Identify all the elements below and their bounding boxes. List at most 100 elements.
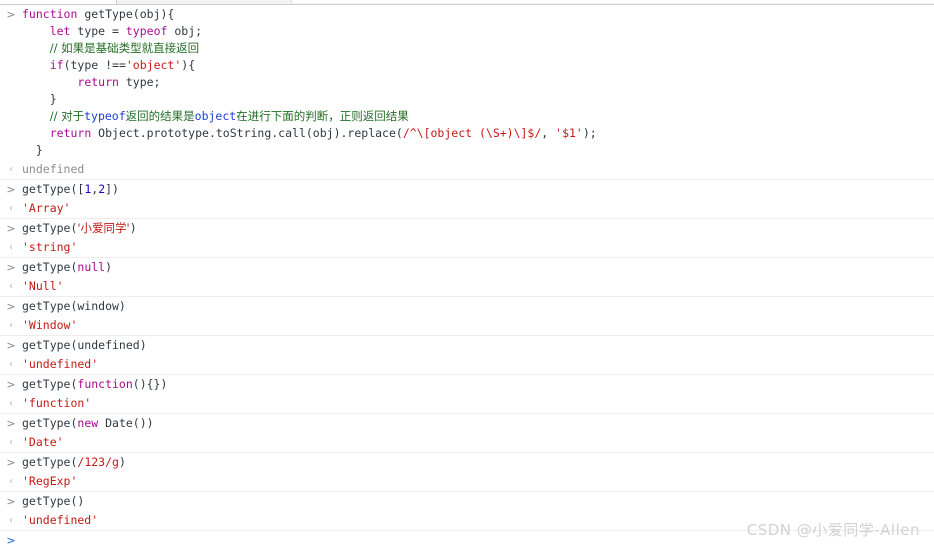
console-command-row[interactable]: > getType(): [0, 492, 934, 511]
command-prompt-icon: >: [6, 339, 16, 352]
command-prompt-icon: >: [6, 8, 16, 21]
code-token: 'RegExp': [22, 474, 78, 488]
code-token: }: [22, 92, 57, 106]
code-token: type;: [125, 75, 161, 89]
active-prompt-icon: >: [6, 534, 16, 547]
code-token: getType(): [22, 494, 85, 508]
code-token: getType(: [22, 221, 78, 235]
console-entry-group: > getType(window) ‹ 'Window': [0, 297, 934, 336]
code-token: null: [77, 260, 106, 274]
result-arrow-icon: ‹: [9, 242, 13, 253]
command-prompt-icon: >: [6, 456, 16, 469]
command-prompt-icon: >: [6, 300, 16, 313]
result-text: 'Date': [22, 434, 934, 451]
console-command-row[interactable]: > function getType(obj){ let type = typeo…: [0, 5, 934, 160]
result-text: 'undefined': [22, 356, 934, 373]
command-text: getType(): [22, 493, 934, 510]
result-arrow-icon: ‹: [9, 281, 13, 292]
console-panel[interactable]: > function getType(obj){ let type = typeo…: [0, 5, 934, 552]
code-token: Date()): [105, 416, 154, 430]
result-arrow-icon: ‹: [9, 320, 13, 331]
code-token: return: [77, 75, 126, 89]
code-token: '$1': [555, 126, 583, 140]
console-result-row: ‹ 'undefined': [0, 355, 934, 374]
result-text: 'Window': [22, 317, 934, 334]
code-token: 'undefined': [22, 357, 99, 371]
result-arrow-icon: ‹: [9, 164, 13, 175]
console-result-row: ‹ undefined: [0, 160, 934, 179]
code-token: // 如果是基础类型就直接返回: [49, 41, 200, 55]
code-token: ]): [105, 182, 119, 196]
console-command-row[interactable]: > getType('小爱同学'): [0, 219, 934, 238]
code-token: // 对于: [49, 109, 85, 123]
result-arrow-icon: ‹: [9, 437, 13, 448]
code-token: /^\[object (\S+)\]$/: [402, 126, 542, 140]
command-text: getType(undefined): [22, 337, 934, 354]
console-command-row[interactable]: > getType(undefined): [0, 336, 934, 355]
command-prompt-icon: >: [6, 222, 16, 235]
console-command-row[interactable]: > getType(/123/g): [0, 453, 934, 472]
code-token: ,: [541, 126, 556, 140]
code-token: 在进行下面的判断，正则返回结果: [236, 109, 409, 123]
code-token: (type !==: [63, 58, 126, 72]
code-token: if: [49, 58, 64, 72]
console-entry-group: > function getType(obj){ let type = typeo…: [0, 5, 934, 180]
console-entry-group: > getType(new Date()) ‹ 'Date': [0, 414, 934, 453]
code-token: getType(: [22, 455, 78, 469]
code-token: getType(window): [22, 299, 126, 313]
console-entry-group: > getType(function(){}) ‹ 'function': [0, 375, 934, 414]
console-command-row[interactable]: > getType(null): [0, 258, 934, 277]
result-arrow-icon: ‹: [9, 359, 13, 370]
code-token: ): [118, 455, 126, 469]
code-token: typeof: [84, 109, 126, 123]
console-entry-group: > getType(/123/g) ‹ 'RegExp': [0, 453, 934, 492]
command-text: getType([1,2]): [22, 181, 934, 198]
code-token: obj;: [174, 24, 203, 38]
command-text: getType('小爱同学'): [22, 220, 934, 237]
code-token: undefined: [22, 162, 85, 176]
result-text: 'function': [22, 395, 934, 412]
console-result-row: ‹ 'Null': [0, 277, 934, 296]
console-command-row[interactable]: > getType([1,2]): [0, 180, 934, 199]
console-result-row: ‹ 'string': [0, 238, 934, 257]
console-entry-group: > getType(null) ‹ 'Null': [0, 258, 934, 297]
result-arrow-icon: ‹: [9, 398, 13, 409]
code-token: typeof: [125, 24, 175, 38]
code-token: let: [49, 24, 78, 38]
command-prompt-icon: >: [6, 495, 16, 508]
console-result-row: ‹ 'Window': [0, 316, 934, 335]
result-arrow-icon: ‹: [9, 515, 13, 526]
console-command-row[interactable]: > getType(new Date()): [0, 414, 934, 433]
code-token: getType(: [22, 260, 78, 274]
code-token: 'Null': [22, 279, 64, 293]
code-token: 'undefined': [22, 513, 99, 527]
code-token: 'Array': [22, 201, 71, 215]
console-result-row: ‹ 'Date': [0, 433, 934, 452]
code-token: getType([: [22, 182, 85, 196]
result-text: 'RegExp': [22, 473, 934, 490]
console-command-row[interactable]: > getType(window): [0, 297, 934, 316]
console-entry-group: > getType([1,2]) ‹ 'Array': [0, 180, 934, 219]
watermark: CSDN @小爱同学-Allen: [746, 521, 920, 539]
code-token: function: [77, 377, 133, 391]
code-token: object: [194, 109, 237, 123]
console-result-row: ‹ 'function': [0, 394, 934, 413]
code-token: type =: [77, 24, 126, 38]
console-command-row[interactable]: > getType(function(){}): [0, 375, 934, 394]
toolbar-tab-edge-secondary: [291, 0, 934, 3]
code-token: Object.prototype.toString.call(obj).repl…: [98, 126, 403, 140]
code-token: getType(obj){: [84, 7, 175, 21]
command-prompt-icon: >: [6, 183, 16, 196]
code-token: (){}): [132, 377, 168, 391]
code-token: 返回的结果是: [125, 109, 195, 123]
command-text: getType(window): [22, 298, 934, 315]
command-text: getType(new Date()): [22, 415, 934, 432]
result-text: 'Null': [22, 278, 934, 295]
command-prompt-icon: >: [6, 261, 16, 274]
code-token: /123/g: [77, 455, 119, 469]
console-entry-group: > getType('小爱同学') ‹ 'string': [0, 219, 934, 258]
